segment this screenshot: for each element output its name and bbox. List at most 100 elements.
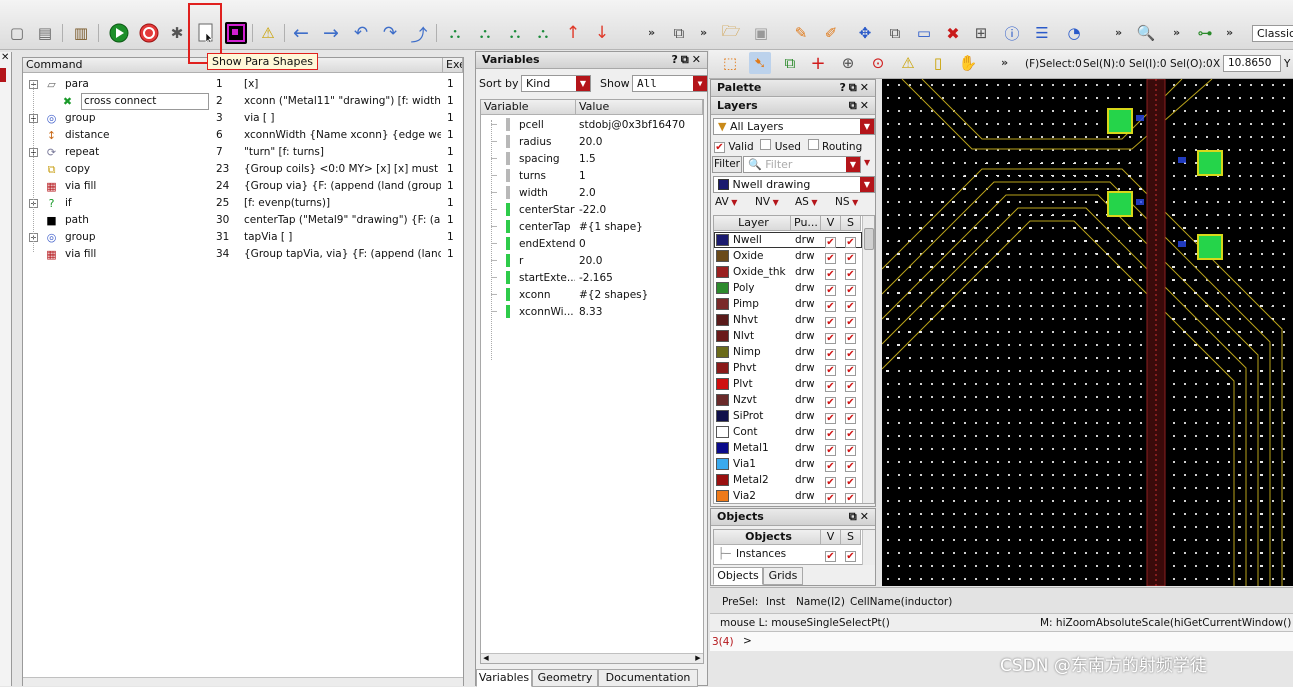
- horizontal-scrollbar[interactable]: [23, 677, 463, 686]
- layer-row[interactable]: Oxide_thk drw ✔ ✔: [714, 264, 862, 280]
- variable-row[interactable]: ─ spacing 1.5: [481, 151, 703, 168]
- panel-controls[interactable]: ?⧉✕: [840, 80, 872, 96]
- align-icon[interactable]: ☰: [1031, 22, 1053, 44]
- layer-visible-checkbox[interactable]: ✔: [825, 474, 836, 488]
- visibility-button-as[interactable]: AS ▼: [795, 196, 818, 208]
- run-icon[interactable]: [108, 22, 130, 44]
- layer-selectable-checkbox[interactable]: ✔: [845, 490, 856, 503]
- command-line[interactable]: 3(4) >: [710, 631, 1293, 651]
- variable-row[interactable]: ─ turns 1: [481, 168, 703, 185]
- visibility-button-nv[interactable]: NV ▼: [755, 196, 779, 208]
- column-header-visible[interactable]: V: [821, 216, 841, 231]
- warning-icon[interactable]: ⚠: [257, 22, 279, 44]
- routing-checkbox[interactable]: [807, 139, 819, 150]
- layer-visible-checkbox[interactable]: ✔: [825, 426, 836, 440]
- delete-icon[interactable]: ✖: [942, 22, 964, 44]
- layout-icon[interactable]: [225, 22, 247, 44]
- layer-visible-checkbox[interactable]: ✔: [825, 330, 836, 344]
- command-tree-row[interactable]: ⧉ copy 23 {Group coils} <0:0 MY> [x] [x] mu…: [23, 161, 463, 178]
- save-icon[interactable]: ▣: [750, 22, 772, 44]
- layout-canvas[interactable]: [882, 79, 1293, 586]
- command-tree-row[interactable]: ✖ cross connect 2 xconn ("Metal11" "drawing…: [23, 93, 463, 110]
- layer-selectable-checkbox[interactable]: ✔: [845, 282, 856, 296]
- layer-visible-checkbox[interactable]: ✔: [825, 442, 836, 456]
- layer-row[interactable]: Nzvt drw ✔ ✔: [714, 392, 862, 408]
- layer-visible-checkbox[interactable]: ✔: [825, 362, 836, 376]
- scroll-left-icon[interactable]: ◀: [481, 654, 491, 663]
- layer-row[interactable]: Nlvt drw ✔ ✔: [714, 328, 862, 344]
- layer-visible-checkbox[interactable]: ✔: [825, 250, 836, 264]
- variable-row[interactable]: ─ pcell stdobj@0x3bf16470: [481, 117, 703, 134]
- variable-row[interactable]: ─ startExte... -2.165: [481, 270, 703, 287]
- x-coordinate-field[interactable]: 10.8650: [1223, 55, 1281, 72]
- down-arrow-icon[interactable]: ↓: [591, 22, 613, 44]
- right-arrow-icon[interactable]: →: [320, 22, 342, 44]
- refresh-icon[interactable]: ◔: [1063, 22, 1085, 44]
- column-header-layer[interactable]: Layer: [714, 216, 791, 231]
- toolbar-more-button[interactable]: »: [1001, 56, 1008, 69]
- variable-row[interactable]: ─ centerStart -22.0: [481, 202, 703, 219]
- layer-selectable-checkbox[interactable]: ✔: [845, 442, 856, 456]
- command-tree-row[interactable]: ▦ via fill 34 {Group tapVia, via} {F: (appe…: [23, 246, 463, 263]
- layer-row[interactable]: Poly drw ✔ ✔: [714, 280, 862, 296]
- layer-selectable-checkbox[interactable]: ✔: [845, 346, 856, 360]
- toolbar-more-button[interactable]: »: [700, 26, 707, 39]
- column-header-selectable[interactable]: S: [841, 216, 861, 231]
- layer-visible-checkbox[interactable]: ✔: [825, 346, 836, 360]
- hierarchy-tree-icon[interactable]: ⊶: [1194, 22, 1216, 44]
- close-icon[interactable]: ✕: [1, 52, 11, 66]
- move-icon[interactable]: ✥: [854, 22, 876, 44]
- visibility-button-av[interactable]: AV ▼: [715, 196, 737, 208]
- layer-visible-checkbox[interactable]: ✔: [825, 458, 836, 472]
- layer-selectable-checkbox[interactable]: ✔: [845, 234, 856, 248]
- debug-icon[interactable]: ✱: [166, 22, 188, 44]
- valid-checkbox[interactable]: ✔: [714, 142, 725, 153]
- layer-visible-checkbox[interactable]: ✔: [825, 378, 836, 392]
- zoom-area-icon[interactable]: ⊕: [837, 52, 859, 74]
- window-icon[interactable]: ⧉: [668, 22, 690, 44]
- layer-visible-checkbox[interactable]: ✔: [825, 410, 836, 424]
- hierarchy-gear-icon[interactable]: ⛬: [504, 22, 526, 44]
- layer-selectable-checkbox[interactable]: ✔: [845, 330, 856, 344]
- show-select[interactable]: All ▼: [632, 75, 708, 92]
- new-icon[interactable]: ▢: [6, 22, 28, 44]
- style-select[interactable]: Classic: [1252, 25, 1293, 42]
- visibility-button-ns[interactable]: NS ▼: [835, 196, 858, 208]
- copy-icon[interactable]: ⧉: [884, 22, 906, 44]
- step-icon[interactable]: ⤴: [408, 22, 430, 46]
- vertical-scrollbar[interactable]: [862, 216, 874, 503]
- drc-warning-icon[interactable]: ⚠: [897, 52, 919, 74]
- layer-row[interactable]: Plvt drw ✔ ✔: [714, 376, 862, 392]
- layer-row[interactable]: Nwell drw ✔ ✔: [714, 232, 862, 248]
- filter-input[interactable]: 🔍 Filter ▼: [743, 156, 861, 173]
- search-icon[interactable]: 🔍: [1135, 22, 1157, 44]
- variable-row[interactable]: ─ centerTap #{1 shape}: [481, 219, 703, 236]
- layer-visible-checkbox[interactable]: ✔: [825, 266, 836, 280]
- hierarchy-icon[interactable]: ⛬: [444, 22, 466, 44]
- left-arrow-icon[interactable]: ←: [290, 22, 312, 44]
- toolbar-more-button[interactable]: »: [648, 26, 655, 39]
- layer-visible-checkbox[interactable]: ✔: [825, 298, 836, 312]
- pointer-icon[interactable]: ➷: [749, 52, 771, 74]
- hierarchy-alt-icon[interactable]: ⛬: [532, 22, 554, 44]
- variable-row[interactable]: ─ endExtend 0: [481, 236, 703, 253]
- filter-menu-icon[interactable]: ▼: [864, 158, 870, 167]
- layer-selectable-checkbox[interactable]: ✔: [845, 458, 856, 472]
- layer-row[interactable]: SiProt drw ✔ ✔: [714, 408, 862, 424]
- column-header-selectable[interactable]: S: [841, 530, 861, 545]
- stretch-icon[interactable]: ▭: [913, 22, 935, 44]
- command-tree-row[interactable]: + ◎ group 3 via [ ] 1: [23, 110, 463, 127]
- column-header-visible[interactable]: V: [821, 530, 841, 545]
- toolbar-more-button[interactable]: »: [1173, 26, 1180, 39]
- library-icon[interactable]: ▥: [70, 22, 92, 44]
- layer-selectable-checkbox[interactable]: ✔: [845, 266, 856, 280]
- tab-objects[interactable]: Objects: [713, 567, 763, 585]
- column-header-variable[interactable]: Variable: [481, 100, 576, 115]
- toolbar-more-button[interactable]: »: [1115, 26, 1122, 39]
- command-tree-row[interactable]: − ▱ para 1 [x] 1: [23, 76, 463, 93]
- column-header-exe[interactable]: Exe: [443, 58, 463, 73]
- layer-row[interactable]: Phvt drw ✔ ✔: [714, 360, 862, 376]
- panel-controls[interactable]: ?⧉✕: [672, 52, 704, 68]
- command-tree-row[interactable]: + ◎ group 31 tapVia [ ] 1: [23, 229, 463, 246]
- hand-icon[interactable]: ✋: [957, 52, 979, 74]
